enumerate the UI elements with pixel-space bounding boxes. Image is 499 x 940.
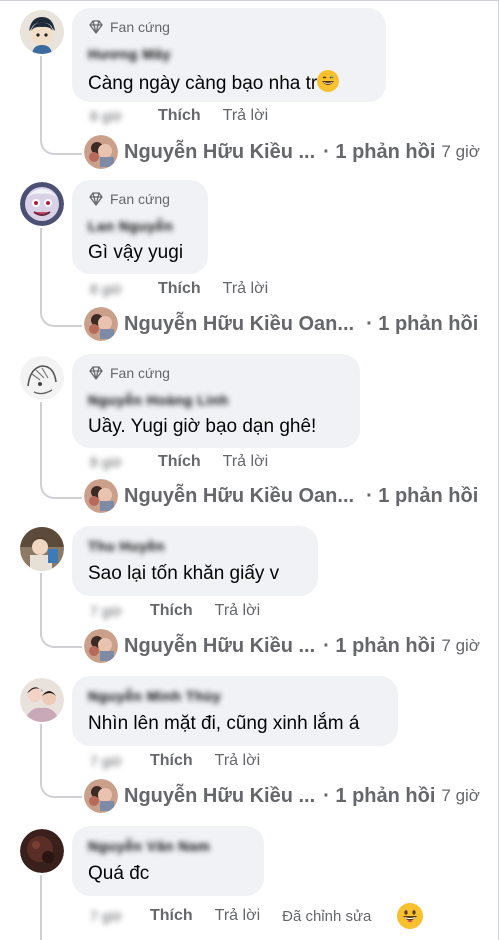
comment-actions: 7 giờ Thích Trả lời Đã chỉnh sửa bbox=[90, 903, 424, 929]
avatar[interactable] bbox=[20, 678, 64, 722]
like-button[interactable]: Thích bbox=[158, 107, 201, 125]
comment-bubble: Thu Huyền Sao lại tốn khăn giấy v bbox=[72, 526, 318, 596]
comment-text: Uầy. Yugi giờ bạo dạn ghê! bbox=[88, 416, 317, 437]
comment-time[interactable]: 7 giờ bbox=[90, 603, 130, 619]
comment-actions: 8 giờ Thích Trả lời bbox=[90, 280, 268, 298]
comment-text: Nhìn lên mặt đi, cũng xinh lắm á bbox=[88, 713, 360, 734]
reply-time: 7 giờ bbox=[441, 636, 480, 655]
reply-time: 7 giờ bbox=[441, 142, 480, 161]
reply-author: Nguyễn Hữu Kiều ... bbox=[124, 784, 316, 807]
reply-button[interactable]: Trả lời bbox=[223, 107, 268, 125]
comment-text: Càng ngày càng bạo nha tr bbox=[88, 70, 340, 95]
comment-author[interactable]: Nguyễn Minh Thùy bbox=[88, 688, 221, 704]
view-replies-link[interactable]: Nguyễn Hữu Kiều Oan... · 1 phản hồi bbox=[84, 479, 478, 513]
comment-author[interactable]: Nguyễn Hoàng Linh bbox=[88, 392, 229, 408]
comment-text: Gì vậy yugi bbox=[88, 242, 184, 263]
frame-top-border bbox=[0, 0, 499, 1]
comment-author[interactable]: Hương Mây bbox=[88, 46, 171, 62]
fan-badge: Fan cứng bbox=[88, 190, 170, 208]
reply-author: Nguyễn Hữu Kiều ... bbox=[124, 140, 316, 163]
avatar bbox=[84, 135, 118, 169]
reply-time: 7 giờ bbox=[441, 786, 480, 805]
thread-connector bbox=[40, 573, 82, 648]
edited-label: Đã chỉnh sửa bbox=[282, 907, 372, 925]
comment-time[interactable]: 7 giờ bbox=[90, 753, 130, 769]
avatar bbox=[84, 307, 118, 341]
fan-badge: Fan cứng bbox=[88, 364, 170, 382]
like-button[interactable]: Thích bbox=[150, 602, 193, 620]
view-replies-link[interactable]: Nguyễn Hữu Kiều Oan... · 1 phản hồi bbox=[84, 307, 478, 341]
fan-badge-label: Fan cứng bbox=[110, 365, 170, 381]
comment-actions: 7 giờ Thích Trả lời bbox=[90, 602, 260, 620]
diamond-icon bbox=[89, 366, 103, 380]
reply-button[interactable]: Trả lời bbox=[223, 453, 268, 471]
thread-connector bbox=[40, 228, 82, 327]
avatar[interactable] bbox=[20, 527, 64, 571]
fan-badge-label: Fan cứng bbox=[110, 191, 170, 207]
comment-text: Quá đc bbox=[88, 863, 150, 884]
diamond-icon bbox=[89, 20, 103, 34]
comment-author[interactable]: Lan Nguyễn bbox=[88, 218, 173, 234]
comment-bubble: Fan cứng Lan Nguyễn Gì vậy yugi bbox=[72, 180, 208, 274]
avatar[interactable] bbox=[20, 182, 64, 226]
fan-badge: Fan cứng bbox=[88, 18, 170, 36]
reply-count: · 1 phản hồi bbox=[323, 140, 436, 163]
reply-count: · 1 phản hồi bbox=[323, 634, 436, 657]
reply-author: Nguyễn Hữu Kiều Oan... bbox=[124, 484, 355, 507]
thread-connector bbox=[40, 724, 82, 798]
comment-text: Sao lại tốn khăn giấy v bbox=[88, 563, 280, 584]
reply-count: · 1 phản hồi bbox=[323, 784, 436, 807]
view-replies-link[interactable]: Nguyễn Hữu Kiều ... · 1 phản hồi 7 giờ bbox=[84, 629, 480, 663]
view-replies-link[interactable]: Nguyễn Hữu Kiều ... · 1 phản hồi 7 giờ bbox=[84, 779, 480, 813]
avatar bbox=[84, 629, 118, 663]
comment-time[interactable]: 8 giờ bbox=[90, 281, 136, 297]
thread-connector bbox=[40, 875, 42, 940]
avatar[interactable] bbox=[20, 356, 64, 400]
comment-actions: 8 giờ Thích Trả lời bbox=[90, 453, 268, 471]
reply-button[interactable]: Trả lời bbox=[215, 907, 260, 925]
comment-time[interactable]: 7 giờ bbox=[90, 908, 130, 924]
grinning-emoji-icon[interactable] bbox=[397, 903, 424, 929]
comment-bubble: Fan cứng Hương Mây Càng ngày càng bạo nh… bbox=[72, 8, 386, 102]
like-button[interactable]: Thích bbox=[158, 453, 201, 471]
comment-bubble: Fan cứng Nguyễn Hoàng Linh Uầy. Yugi giờ… bbox=[72, 354, 360, 448]
comment-actions: 8 giờ Thích Trả lời bbox=[90, 107, 268, 125]
avatar bbox=[84, 779, 118, 813]
like-button[interactable]: Thích bbox=[158, 280, 201, 298]
like-button[interactable]: Thích bbox=[150, 752, 193, 770]
comment-time[interactable]: 8 giờ bbox=[90, 454, 136, 470]
comment-time[interactable]: 8 giờ bbox=[90, 108, 136, 124]
avatar[interactable] bbox=[20, 829, 64, 873]
reply-count: · 1 phản hồi bbox=[366, 312, 479, 335]
reply-author: Nguyễn Hữu Kiều ... bbox=[124, 634, 316, 657]
like-button[interactable]: Thích bbox=[150, 907, 193, 925]
comment-actions: 7 giờ Thích Trả lời bbox=[90, 752, 260, 770]
comment-bubble: Nguyễn Minh Thùy Nhìn lên mặt đi, cũng x… bbox=[72, 676, 398, 746]
fan-badge-label: Fan cứng bbox=[110, 19, 170, 35]
thread-connector bbox=[40, 56, 82, 155]
view-replies-link[interactable]: Nguyễn Hữu Kiều ... · 1 phản hồi 7 giờ bbox=[84, 135, 480, 169]
comment-author[interactable]: Nguyễn Văn Nam bbox=[88, 838, 210, 854]
comment-author[interactable]: Thu Huyền bbox=[88, 538, 165, 554]
comment-bubble: Nguyễn Văn Nam Quá đc bbox=[72, 826, 264, 896]
thread-connector bbox=[40, 402, 82, 499]
avatar bbox=[84, 479, 118, 513]
reply-button[interactable]: Trả lời bbox=[215, 602, 260, 620]
reply-count: · 1 phản hồi bbox=[366, 484, 479, 507]
grinning-emoji-icon bbox=[317, 70, 340, 92]
avatar[interactable] bbox=[20, 10, 64, 54]
diamond-icon bbox=[89, 192, 103, 206]
reply-button[interactable]: Trả lời bbox=[215, 752, 260, 770]
reply-author: Nguyễn Hữu Kiều Oan... bbox=[124, 312, 355, 335]
reply-button[interactable]: Trả lời bbox=[223, 280, 268, 298]
